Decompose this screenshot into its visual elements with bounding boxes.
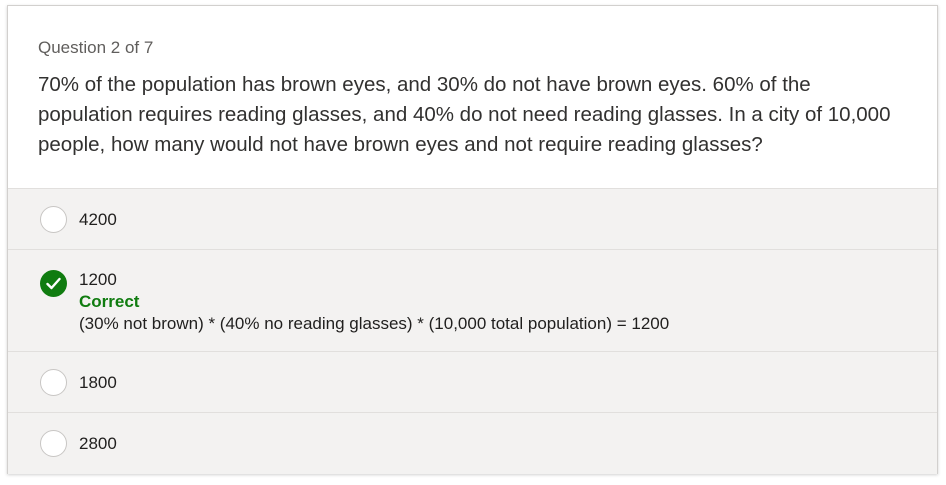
answer-option-1800[interactable]: 1800	[8, 352, 937, 413]
answer-option-label: 1800	[79, 373, 117, 392]
answer-option-1200[interactable]: 1200 Correct (30% not brown) * (40% no r…	[8, 250, 937, 352]
answer-option-label: 4200	[79, 210, 117, 229]
answer-option-2800[interactable]: 2800	[8, 413, 937, 474]
answer-option-label: 2800	[79, 434, 117, 453]
radio-circle-icon[interactable]	[40, 430, 67, 457]
feedback-explanation: (30% not brown) * (40% no reading glasse…	[79, 314, 670, 333]
checkmark-glyph	[46, 277, 61, 290]
quiz-card: Question 2 of 7 70% of the population ha…	[7, 5, 938, 474]
answer-option-4200[interactable]: 4200	[8, 189, 937, 250]
radio-circle-icon[interactable]	[40, 206, 67, 233]
question-number: Question 2 of 7	[38, 38, 154, 57]
feedback-title: Correct	[79, 292, 140, 311]
checkmark-circle-icon	[40, 270, 67, 297]
answer-option-label: 1200	[79, 270, 117, 289]
radio-circle-icon[interactable]	[40, 369, 67, 396]
question-text: 70% of the population has brown eyes, an…	[38, 73, 891, 156]
question-header: Question 2 of 7 70% of the population ha…	[8, 6, 937, 189]
